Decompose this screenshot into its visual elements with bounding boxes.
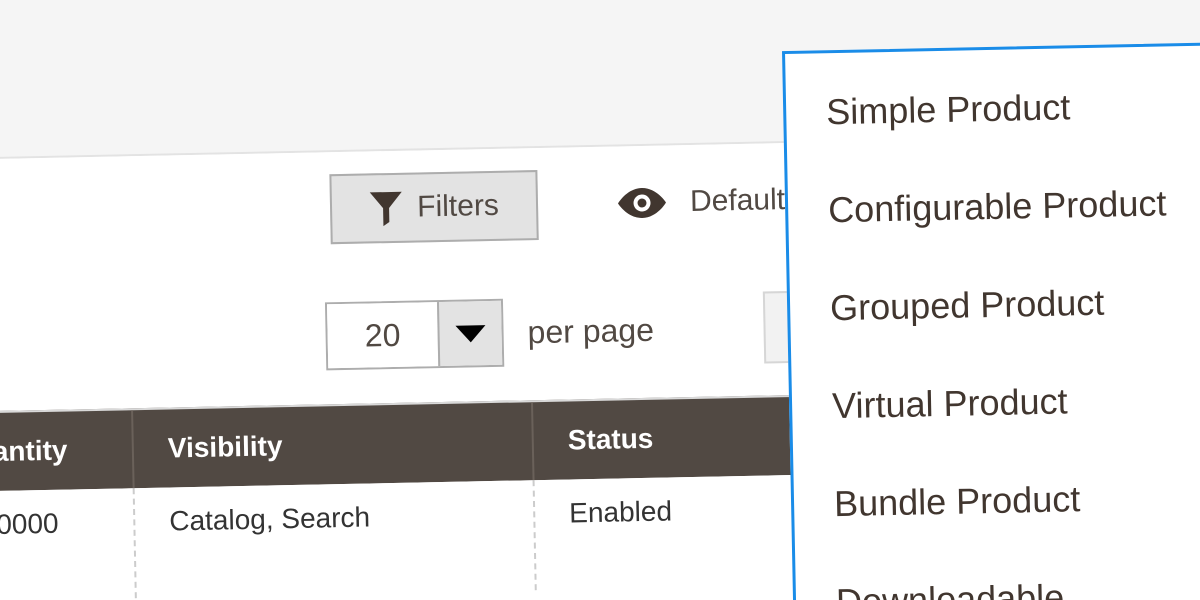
per-page-label: per page (527, 311, 655, 350)
screenshot-stage: Filters Default View 20 per page Quantit… (0, 0, 1200, 600)
grid-pager: 20 per page (324, 290, 839, 372)
filters-button[interactable]: Filters (329, 170, 539, 245)
caret-down-shape (455, 324, 486, 343)
add-product-dropdown-menu: Simple Product Configurable Product Grou… (781, 40, 1200, 600)
cell-status: Enabled (532, 474, 823, 591)
product-grid: Quantity Visibility Status 97.0000 Catal… (0, 394, 823, 600)
cell-quantity: 97.0000 (0, 488, 135, 600)
menu-item-bundle-product[interactable]: Bundle Product (793, 446, 1200, 554)
eye-icon (616, 185, 669, 220)
cell-visibility: Catalog, Search (132, 480, 535, 599)
page-skew-layer: Filters Default View 20 per page Quantit… (0, 0, 1200, 600)
chevron-down-icon[interactable] (436, 300, 503, 367)
menu-item-simple-product[interactable]: Simple Product (785, 54, 1200, 162)
menu-item-grouped-product[interactable]: Grouped Product (789, 250, 1200, 358)
column-header-quantity[interactable]: Quantity (0, 410, 133, 492)
funnel-icon (369, 190, 404, 227)
grid-toolbar: Filters Default View (329, 164, 858, 245)
menu-item-configurable-product[interactable]: Configurable Product (787, 152, 1200, 260)
menu-item-downloadable[interactable]: Downloadable (795, 544, 1200, 600)
column-header-visibility[interactable]: Visibility (131, 402, 533, 489)
per-page-value[interactable]: 20 (326, 302, 439, 369)
column-header-status[interactable]: Status (530, 396, 821, 481)
per-page-select[interactable]: 20 (324, 298, 505, 371)
menu-item-virtual-product[interactable]: Virtual Product (791, 348, 1200, 456)
table-row[interactable]: 97.0000 Catalog, Search Enabled (0, 474, 823, 600)
filters-button-label: Filters (416, 188, 500, 224)
